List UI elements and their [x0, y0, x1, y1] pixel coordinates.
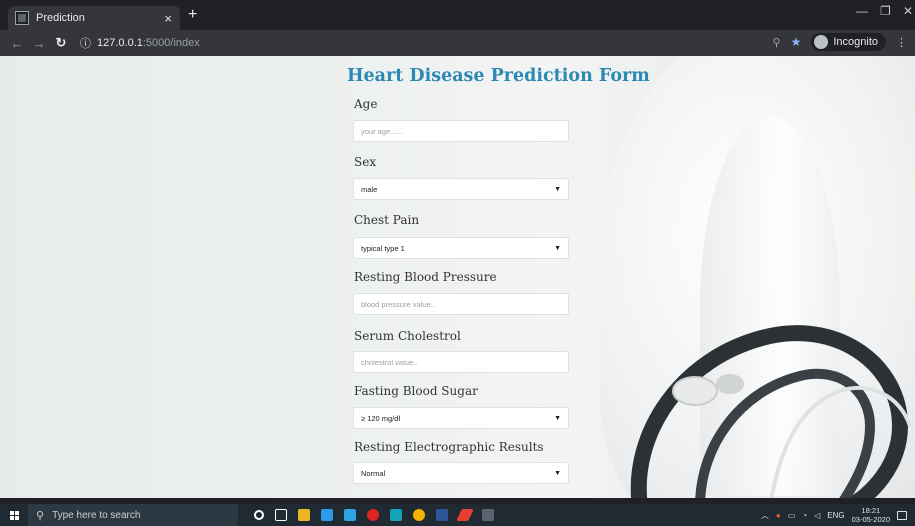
resting-bp-input[interactable]: blood pressure value.. — [353, 293, 569, 315]
chevron-down-icon: ▼ — [554, 469, 561, 477]
window-close-icon[interactable]: ✕ — [903, 4, 913, 18]
back-arrow-icon[interactable]: ← — [6, 36, 28, 51]
stethoscope-illustration — [630, 325, 912, 498]
battery-icon[interactable]: ▭ — [788, 511, 796, 520]
network-activity-icon[interactable]: ● — [776, 511, 781, 520]
incognito-icon — [814, 35, 829, 49]
taskbar-apps — [254, 509, 494, 521]
new-tab-button[interactable]: + — [188, 6, 197, 24]
chest-pain-label: Chest Pain — [354, 213, 420, 227]
clock[interactable]: 18:21 03-05-2020 — [852, 506, 890, 524]
wifi-icon[interactable]: ◔ — [802, 511, 807, 520]
url-host: 127.0.0.1 — [97, 37, 143, 49]
search-icon: ⚲ — [36, 509, 45, 522]
profile-label: Incognito — [833, 36, 878, 48]
anaconda-icon[interactable] — [390, 509, 402, 521]
reload-icon[interactable]: ↻ — [50, 35, 72, 51]
page-content: Heart Disease Prediction Form Age your a… — [0, 56, 915, 498]
terminal-icon[interactable] — [482, 509, 494, 521]
start-button[interactable] — [0, 504, 28, 526]
store-icon[interactable] — [321, 509, 333, 521]
chevron-down-icon: ▼ — [554, 244, 561, 252]
file-explorer-icon[interactable] — [298, 509, 310, 521]
resting-bp-label: Resting Blood Pressure — [354, 270, 497, 284]
opera-icon[interactable] — [367, 509, 379, 521]
cholestrol-label: Serum Cholestrol — [354, 329, 461, 343]
browser-tab-strip: Prediction × + — ❐ ✕ — [0, 0, 915, 30]
volume-icon[interactable]: ◁ — [814, 511, 820, 520]
system-tray: ︿ ● ▭ ◔ ◁ ENG 18:21 03-05-2020 — [761, 504, 907, 526]
form-title: Heart Disease Prediction Form — [347, 66, 650, 86]
forward-arrow-icon[interactable]: → — [28, 36, 50, 51]
menu-icon[interactable]: ⋮ — [896, 36, 907, 49]
toolbar-actions: ⚲ ★ Incognito ⋮ — [773, 33, 907, 51]
language-indicator[interactable]: ENG — [827, 511, 844, 520]
cholestrol-input[interactable]: cholestrol value.. — [353, 351, 569, 373]
ecg-results-label: Resting Electrographic Results — [354, 440, 544, 454]
word-icon[interactable] — [436, 509, 448, 521]
sex-value: male — [361, 184, 378, 194]
browser-tab[interactable]: Prediction × — [8, 6, 180, 30]
mail-icon[interactable] — [344, 509, 356, 521]
minimize-icon[interactable]: — — [856, 4, 868, 18]
ecg-results-select[interactable]: Normal ▼ — [353, 462, 569, 484]
cortana-icon[interactable] — [254, 510, 264, 520]
star-icon[interactable]: ★ — [791, 35, 802, 49]
windows-logo-icon — [9, 510, 19, 520]
chevron-down-icon: ▼ — [554, 414, 561, 422]
taskbar-search[interactable]: ⚲ Type here to search — [28, 504, 238, 526]
notification-icon[interactable] — [897, 510, 907, 520]
search-placeholder: Type here to search — [52, 509, 141, 521]
sex-select[interactable]: male ▼ — [353, 178, 569, 200]
pen-app-icon[interactable] — [456, 509, 474, 521]
info-icon[interactable]: ⓘ — [80, 35, 91, 51]
chevron-up-icon[interactable]: ︿ — [761, 510, 769, 521]
chrome-icon[interactable] — [413, 509, 425, 521]
fasting-sugar-value: ≥ 120 mg/dl — [361, 413, 401, 423]
url-path: :5000/index — [142, 37, 200, 49]
sex-label: Sex — [354, 155, 377, 169]
zoom-icon[interactable]: ⚲ — [773, 36, 781, 49]
ecg-results-value: Normal — [361, 468, 386, 478]
clock-time: 18:21 — [861, 506, 881, 515]
chevron-down-icon: ▼ — [554, 185, 561, 193]
favicon-icon — [15, 11, 29, 25]
tab-title: Prediction — [36, 12, 85, 24]
fasting-sugar-select[interactable]: ≥ 120 mg/dl ▼ — [353, 407, 569, 429]
age-label: Age — [354, 97, 378, 111]
fasting-sugar-label: Fasting Blood Sugar — [354, 384, 478, 398]
chest-pain-select[interactable]: typical type 1 ▼ — [353, 237, 569, 259]
task-view-icon[interactable] — [275, 509, 287, 521]
incognito-badge[interactable]: Incognito — [811, 33, 886, 51]
clock-date: 03-05-2020 — [851, 515, 890, 524]
age-input[interactable]: your age...... — [353, 120, 569, 142]
chest-pain-value: typical type 1 — [361, 243, 405, 253]
tab-close-icon[interactable]: × — [164, 11, 172, 26]
maximize-icon[interactable]: ❐ — [880, 4, 891, 18]
